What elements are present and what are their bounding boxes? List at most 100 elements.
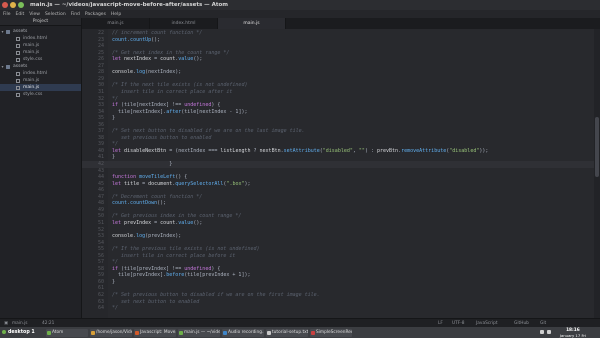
code-token: ) { — [211, 265, 221, 272]
code-token: () { — [175, 174, 188, 181]
code-token: prevIndex — [124, 219, 152, 226]
menu-packages[interactable]: Packages — [85, 12, 106, 17]
menu-view[interactable]: View — [29, 12, 40, 17]
line-number: 64 — [97, 305, 104, 312]
desktop-switcher[interactable]: desktop 1 — [8, 329, 35, 337]
project-tree-header: Project — [0, 18, 81, 26]
clock[interactable]: 18:16 January 17 Fri — [560, 328, 586, 338]
tab-main-js-active[interactable]: main.js — [218, 18, 286, 29]
tree-item-label: assets — [13, 64, 28, 69]
close-window-icon[interactable] — [2, 2, 8, 8]
code-token: ); — [244, 180, 251, 187]
code-token: = — [151, 219, 161, 226]
menu-find[interactable]: Find — [71, 12, 80, 17]
code-token: function — [112, 174, 140, 181]
title-bar: main.js — ~/videos/javascript-move-befor… — [0, 0, 600, 10]
taskbar-task[interactable]: /home/jason/Videos... — [90, 328, 132, 337]
code-token: (); — [151, 36, 161, 43]
maximize-window-icon[interactable] — [18, 2, 24, 8]
editor-scrollbar[interactable] — [594, 29, 600, 318]
taskbar-task[interactable]: tutorial-setup.txt — [266, 328, 308, 337]
status-git[interactable]: Git — [540, 321, 546, 326]
code-line[interactable]: 46 — [82, 187, 594, 194]
taskbar-task-label: main.js — ~/videos... — [184, 329, 220, 335]
network-icon[interactable] — [540, 330, 544, 334]
code-token: undefined — [184, 102, 212, 109]
status-grammar[interactable]: JavaScript — [476, 321, 498, 326]
atom-window: main.js — ~/videos/javascript-move-befor… — [0, 0, 600, 338]
code-line[interactable]: 61 — [82, 285, 594, 292]
code-line[interactable]: 31 insert tile in correct place after it — [82, 89, 594, 96]
tree-file[interactable]: main.js — [0, 42, 81, 49]
code-token: (); — [193, 219, 203, 226]
menu-bar: File Edit View Selection Find Packages H… — [0, 10, 600, 18]
tree-file[interactable]: style.css — [0, 91, 81, 98]
start-menu-icon[interactable] — [2, 330, 6, 334]
taskbar-task[interactable]: Audio recording... — [222, 328, 264, 337]
line-number: 41 — [97, 154, 104, 161]
tree-file[interactable]: main.js — [0, 77, 81, 84]
menu-help[interactable]: Help — [111, 12, 121, 17]
line-number: 31 — [97, 88, 104, 95]
code-token: document — [148, 180, 173, 187]
taskbar-task[interactable]: Javascript: Move... — [134, 328, 176, 337]
code-line[interactable]: 64 */ — [82, 305, 594, 312]
minimize-window-icon[interactable] — [10, 2, 16, 8]
taskbar-task[interactable]: SimpleScreenRec... — [310, 328, 352, 337]
code-token: prevBtn — [376, 147, 399, 154]
code-line[interactable]: 26 let nextIndex = count.value(); — [82, 56, 594, 63]
code-line[interactable]: 56 insert tile in correct place before i… — [82, 253, 594, 260]
tree-file[interactable]: index.html — [0, 70, 81, 77]
line-number: 56 — [97, 252, 104, 259]
tab-main-js-1[interactable]: main.js — [82, 18, 150, 29]
tree-folder[interactable]: ▾ assets — [0, 28, 81, 35]
tree-item-label: main.js — [23, 85, 40, 90]
code-token: count — [160, 56, 176, 63]
code-token: undefined — [184, 265, 212, 272]
status-encoding[interactable]: UTF-8 — [452, 321, 465, 326]
tree-folder[interactable]: ▾ assets — [0, 63, 81, 70]
code-token: log — [136, 233, 146, 240]
code-token: querySelectorAll — [175, 180, 224, 187]
code-token: set previous button to enabled — [112, 134, 212, 141]
status-line-ending[interactable]: LF — [438, 321, 443, 326]
status-cursor-position[interactable]: 42:21 — [42, 321, 54, 326]
tree-file[interactable]: style.css — [0, 56, 81, 63]
code-token: tile[nextIndex]. — [112, 108, 167, 115]
taskbar-task[interactable]: main.js — ~/videos... — [178, 328, 220, 337]
chevron-down-icon[interactable]: ▾ — [0, 28, 5, 35]
code-token: value — [178, 219, 194, 226]
code-token: "disabled" — [322, 147, 353, 154]
status-github[interactable]: GitHub — [514, 321, 529, 326]
code-token: ".box" — [226, 180, 245, 187]
line-number: 61 — [97, 285, 104, 292]
menu-file[interactable]: File — [3, 12, 11, 17]
status-file-name[interactable]: main.js — [12, 321, 28, 326]
code-text: insert tile in correct place after it — [112, 89, 232, 96]
scrollbar-thumb[interactable] — [595, 117, 599, 177]
code-token: /* Set next button to disabled if we are… — [112, 128, 305, 135]
tree-file[interactable]: main.js — [0, 49, 81, 56]
taskbar-task-label: Audio recording... — [228, 329, 264, 335]
code-token: (tile[nextIndex - 1]); — [181, 108, 248, 115]
project-tree: Project ▾ assets index.html main.js main.js s… — [0, 18, 82, 318]
code-token: moveTileLeft — [139, 174, 176, 181]
code-editor[interactable]: 22// increment count function */23 count.… — [82, 29, 594, 318]
code-token: tile[prevIndex]. — [112, 272, 167, 279]
tree-file[interactable]: index.html — [0, 35, 81, 42]
code-line[interactable]: 41} — [82, 154, 594, 161]
code-token: */ — [112, 305, 119, 312]
menu-selection[interactable]: Selection — [45, 12, 66, 17]
code-line[interactable]: 36 — [82, 122, 594, 129]
volume-icon[interactable] — [547, 330, 551, 334]
menu-edit[interactable]: Edit — [16, 12, 25, 17]
tree-item-label: style.css — [23, 92, 43, 97]
tree-file[interactable]: main.js — [0, 84, 81, 91]
status-file-icon: ▣ — [4, 321, 9, 326]
tab-index-html[interactable]: index.html — [150, 18, 218, 29]
app-icon — [135, 330, 139, 335]
taskbar-task[interactable]: Atom — [46, 328, 88, 337]
code-line[interactable]: 51 let prevIndex = count.value(); — [82, 220, 594, 227]
chevron-down-icon[interactable]: ▾ — [0, 63, 5, 70]
code-token: } — [112, 154, 116, 161]
